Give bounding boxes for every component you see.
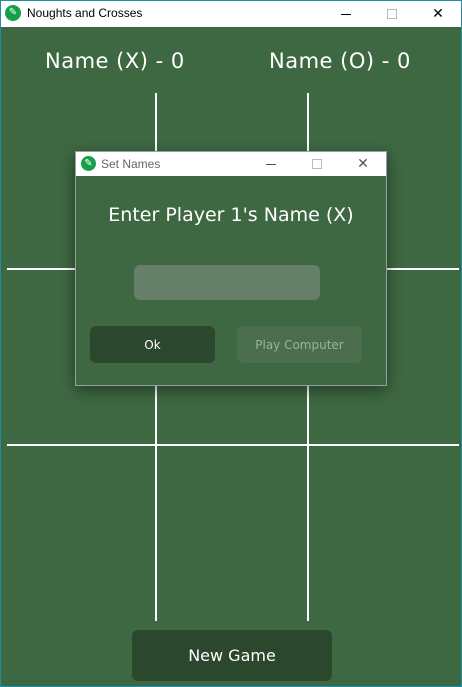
play-computer-button[interactable]: Play Computer: [237, 326, 362, 363]
main-titlebar[interactable]: ✎ Noughts and Crosses ✕: [1, 1, 461, 27]
minimize-icon: [266, 163, 276, 165]
dialog-close-button[interactable]: ✕: [340, 152, 386, 176]
close-icon: ✕: [357, 156, 369, 172]
dialog-titlebar[interactable]: ✎ Set Names ✕: [76, 152, 386, 176]
app-icon: ✎: [5, 5, 21, 21]
minimize-button[interactable]: [323, 1, 369, 27]
grid-line-horizontal-2: [7, 444, 459, 446]
close-button[interactable]: ✕: [415, 1, 461, 27]
player-x-score: Name (X) - 0: [45, 49, 185, 73]
dialog-title: Set Names: [101, 157, 161, 171]
ok-button[interactable]: Ok: [90, 326, 215, 363]
set-names-dialog: ✎ Set Names ✕ Enter Player 1's Name (X) …: [75, 151, 387, 386]
name-prompt: Enter Player 1's Name (X): [108, 204, 354, 226]
dialog-minimize-button[interactable]: [248, 152, 294, 176]
player-name-input[interactable]: [134, 265, 320, 300]
new-game-button[interactable]: New Game: [132, 630, 332, 681]
maximize-icon: [312, 159, 322, 169]
dialog-app-icon: ✎: [81, 156, 96, 171]
maximize-icon: [387, 9, 397, 19]
minimize-icon: [341, 13, 351, 15]
maximize-button[interactable]: [369, 1, 415, 27]
player-o-score: Name (O) - 0: [269, 49, 411, 73]
close-icon: ✕: [432, 6, 444, 22]
dialog-maximize-button[interactable]: [294, 152, 340, 176]
window-title: Noughts and Crosses: [27, 6, 143, 20]
